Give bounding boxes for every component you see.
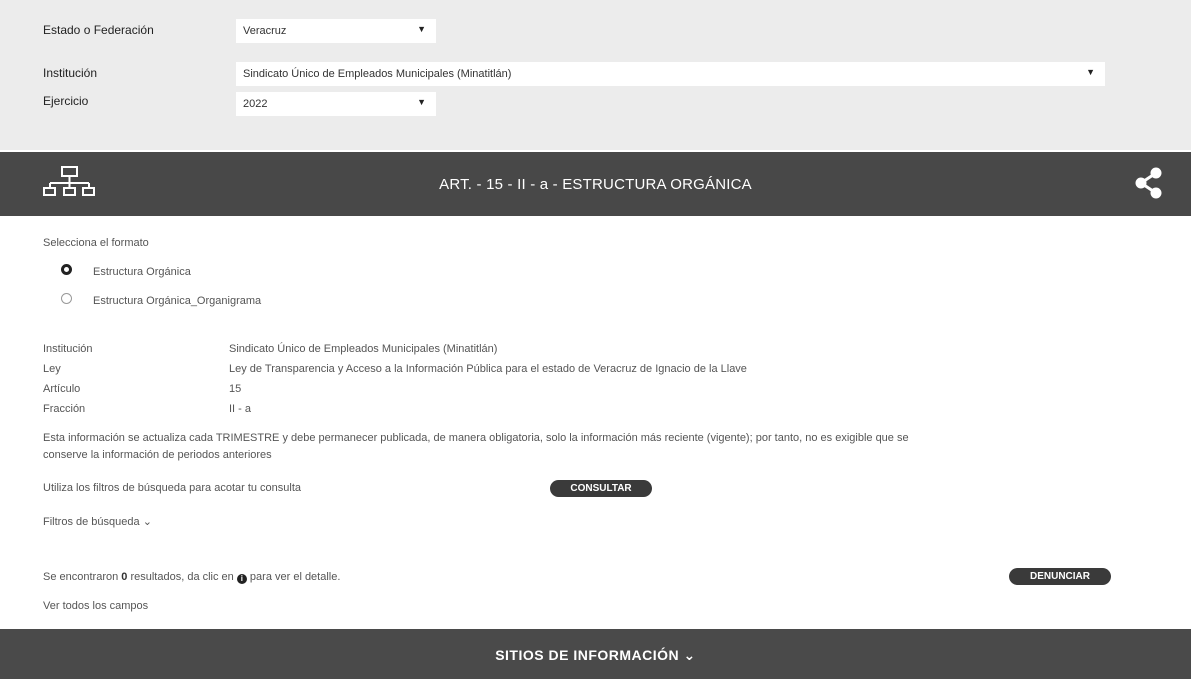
results-summary: Se encontraron 0 resultados, da clic en …: [43, 571, 340, 584]
institucion-select-value: Sindicato Único de Empleados Municipales…: [243, 68, 512, 80]
estado-select-value: Veracruz: [243, 25, 287, 37]
detail-fraccion-label: Fracción: [43, 403, 86, 415]
ejercicio-select[interactable]: 2022 ▼: [236, 92, 436, 116]
ejercicio-select-value: 2022: [243, 98, 268, 110]
chevron-down-icon: ⌄: [683, 647, 696, 663]
estado-select[interactable]: Veracruz ▼: [236, 19, 436, 43]
search-hint: Utiliza los filtros de búsqueda para aco…: [43, 482, 302, 494]
radio-button-checked[interactable]: [61, 264, 72, 275]
footer-bar: SITIOS DE INFORMACIÓN ⌄: [0, 629, 1191, 679]
footer-title: SITIOS DE INFORMACIÓN: [495, 647, 680, 663]
radio-label: Estructura Orgánica: [93, 266, 191, 278]
chevron-down-icon: ⌄: [142, 516, 152, 528]
detail-articulo-value: 15: [229, 383, 242, 395]
institucion-label: Institución: [43, 66, 98, 80]
footer-toggle[interactable]: SITIOS DE INFORMACIÓN ⌄: [0, 647, 1191, 664]
section-banner: ART. - 15 - II - a - ESTRUCTURA ORGÁNICA: [0, 152, 1191, 216]
denunciar-button[interactable]: DENUNCIAR: [1009, 568, 1111, 585]
formato-prompt: Selecciona el formato: [43, 237, 149, 249]
radio-label: Estructura Orgánica_Organigrama: [93, 295, 262, 307]
filters-panel: Estado o Federación Veracruz ▼ Instituci…: [0, 0, 1191, 150]
detail-articulo-label: Artículo: [43, 383, 81, 395]
chevron-down-icon: ▼: [417, 24, 426, 34]
estado-label: Estado o Federación: [43, 23, 154, 37]
banner-title: ART. - 15 - II - a - ESTRUCTURA ORGÁNICA: [439, 176, 752, 193]
detail-fraccion-value: II - a: [229, 403, 252, 415]
chevron-down-icon: ▼: [417, 97, 426, 107]
filtros-toggle[interactable]: Filtros de búsqueda ⌄: [43, 515, 152, 528]
filtros-label: Filtros de búsqueda: [43, 516, 140, 528]
detail-institucion-value: Sindicato Único de Empleados Municipales…: [229, 343, 498, 355]
detail-ley-label: Ley: [43, 363, 61, 375]
update-note-line2: conserve la información de periodos ante…: [43, 449, 272, 461]
info-icon: i: [236, 574, 247, 584]
results-text-after: para ver el detalle.: [246, 571, 341, 583]
detail-institucion-label: Institución: [43, 343, 93, 355]
results-text-mid: resultados, da clic en: [127, 571, 237, 583]
ver-todos-link[interactable]: Ver todos los campos: [43, 600, 148, 612]
radio-button[interactable]: [61, 293, 72, 304]
update-note-line1: Esta información se actualiza cada TRIME…: [43, 432, 909, 444]
share-icon[interactable]: [1134, 167, 1164, 199]
results-text-before: Se encontraron: [43, 571, 122, 583]
detail-ley-value: Ley de Transparencia y Acceso a la Infor…: [229, 363, 747, 375]
consultar-button[interactable]: CONSULTAR: [550, 480, 652, 497]
chevron-down-icon: ▼: [1086, 67, 1095, 77]
institucion-select[interactable]: Sindicato Único de Empleados Municipales…: [236, 62, 1105, 86]
ejercicio-label: Ejercicio: [43, 94, 89, 108]
